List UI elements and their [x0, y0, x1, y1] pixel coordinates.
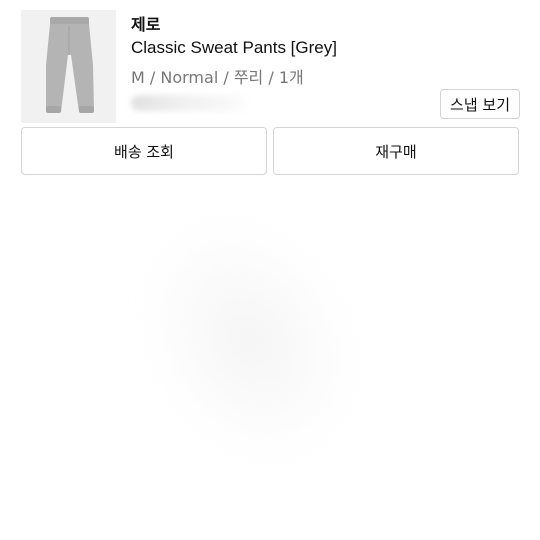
sweatpants-image: [21, 10, 116, 123]
reorder-button[interactable]: 재구매: [273, 127, 519, 175]
order-actions: 배송 조회 재구매: [21, 127, 520, 175]
brand-name[interactable]: 제로: [131, 11, 160, 35]
product-options: M / Normal / 쭈리 / 1개: [131, 68, 304, 87]
track-delivery-button[interactable]: 배송 조회: [21, 127, 267, 175]
view-snap-button[interactable]: 스냅 보기: [440, 89, 520, 119]
background-smudge: [98, 177, 402, 503]
product-name[interactable]: Classic Sweat Pants [Grey]: [131, 38, 337, 58]
blurred-price: [131, 95, 251, 111]
order-item-card: 제로 Classic Sweat Pants [Grey] M / Normal…: [21, 9, 520, 177]
product-thumbnail[interactable]: [21, 10, 116, 123]
